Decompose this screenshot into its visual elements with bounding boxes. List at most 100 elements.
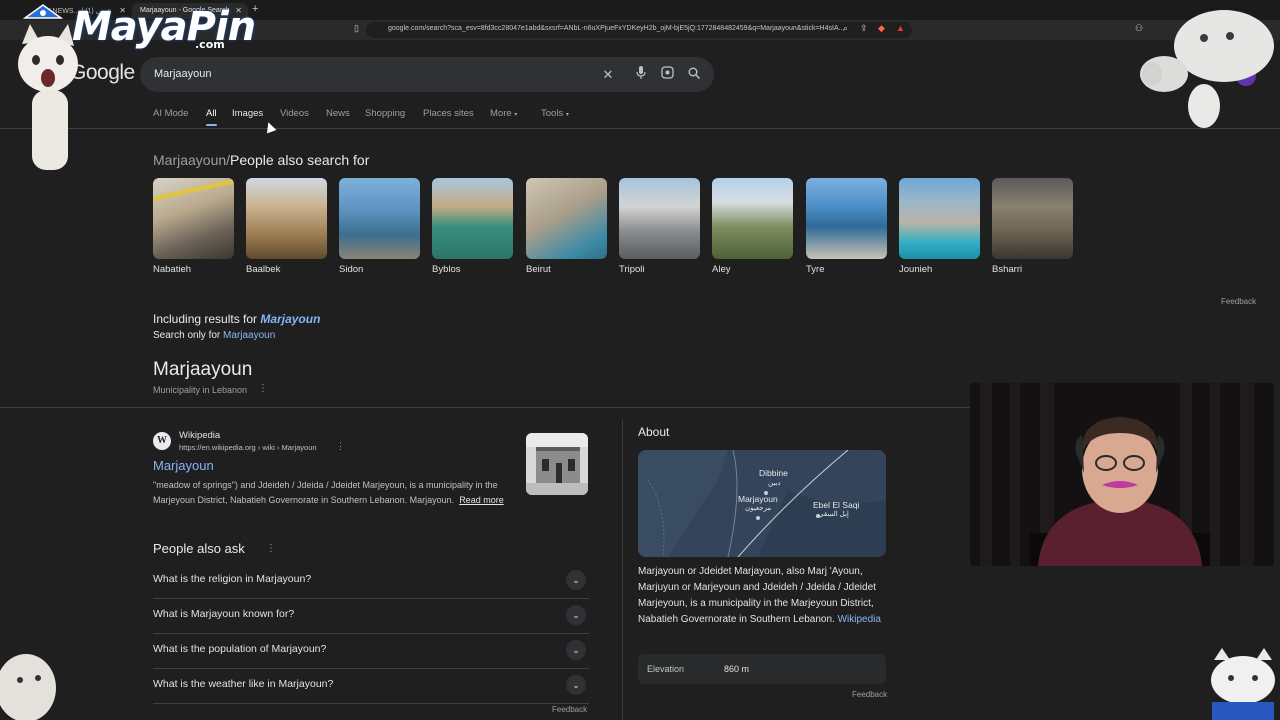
bookmark-icon[interactable]: ▯ (354, 23, 359, 34)
thumb-tripoli[interactable] (619, 178, 700, 259)
entity-subtitle: Municipality in Lebanon (153, 385, 248, 395)
original-query-link[interactable]: Marjaayoun (223, 330, 275, 341)
thumb-jounieh[interactable] (899, 178, 980, 259)
result-thumbnail[interactable] (526, 433, 588, 495)
thumb-nabatieh[interactable] (153, 178, 234, 259)
thumb-tyre[interactable] (806, 178, 887, 259)
pasf-label[interactable]: Nabatieh (153, 264, 191, 275)
kp-heading: About (638, 425, 670, 439)
chevron-down-icon[interactable]: ⌄ (566, 605, 586, 625)
tab-tools[interactable]: Tools ▾ (541, 108, 569, 119)
pasf-label[interactable]: Sidon (339, 264, 363, 275)
logo-emblem (22, 2, 64, 22)
caret-down-icon: ▾ (514, 112, 518, 118)
search-icon[interactable] (685, 66, 703, 84)
kp-feedback-link[interactable]: Feedback (852, 690, 887, 699)
overlay-logo: MayaPin (72, 4, 256, 50)
zoom-icon[interactable]: ⌕ (843, 23, 848, 34)
pasf-feedback-link[interactable]: Feedback (1221, 297, 1256, 306)
cat-sticker (14, 24, 84, 172)
microphone-icon[interactable] (632, 66, 650, 84)
thumb-baalbek[interactable] (246, 178, 327, 259)
kp-map[interactable]: Dibbine دبين Marjayoun مرجعيون Ebel El S… (638, 450, 886, 557)
address-bar[interactable]: google.com/search?sca_esv=8fd3cc28047e1a… (366, 22, 912, 38)
including-label: Including results for (153, 312, 258, 326)
kp-source-link[interactable]: Wikipedia (838, 614, 881, 625)
pasf-label[interactable]: Byblos (432, 264, 461, 275)
pasf-label[interactable]: Aley (712, 264, 730, 275)
result-site-name[interactable]: Wikipedia (179, 430, 220, 441)
pasf-label[interactable]: Tripoli (619, 264, 645, 275)
tab-videos[interactable]: Videos (280, 108, 309, 119)
search-only: Search only for Marjaayoun (153, 330, 275, 341)
paa-question[interactable]: What is the population of Marjayoun? ⌄ (153, 634, 589, 669)
tab-more-label: More (490, 108, 512, 119)
search-box[interactable]: Marjaayoun ✕ (140, 57, 714, 92)
chevron-down-icon[interactable]: ⌄ (566, 570, 586, 590)
search-input[interactable]: Marjaayoun (154, 68, 211, 80)
kp-description: Marjayoun or Jdeidet Marjayoun, also Mar… (638, 564, 888, 628)
paa-more-icon[interactable]: ⋮ (266, 543, 276, 554)
more-options-icon[interactable]: ⋮ (258, 383, 268, 394)
fact-value: 860 m (724, 664, 750, 674)
cat-sticker (1206, 648, 1280, 720)
map-label: دبين (768, 480, 781, 487)
shield-icon[interactable]: ◆ (878, 23, 885, 34)
clear-icon[interactable]: ✕ (599, 66, 617, 84)
tab-all[interactable]: All (206, 108, 217, 126)
result-title-link[interactable]: Marjayoun (153, 458, 214, 473)
tab-more[interactable]: More ▾ (490, 108, 517, 119)
snippet-text: "meadow of springs") and Jdeideh / Jdeid… (153, 480, 498, 505)
result-more-icon[interactable]: ⋮ (336, 441, 345, 452)
paa-feedback-link[interactable]: Feedback (552, 705, 587, 714)
thumb-beirut[interactable] (526, 178, 607, 259)
paa-question-text: What is Marjayoun known for? (153, 608, 295, 620)
tab-shopping[interactable]: Shopping (365, 108, 405, 119)
pasf-label[interactable]: Baalbek (246, 264, 280, 275)
pasf-crumb[interactable]: Marjaayoun (153, 152, 226, 168)
paa-question[interactable]: What is the weather like in Marjayoun? ⌄ (153, 669, 589, 704)
paa-question-text: What is the weather like in Marjayoun? (153, 678, 334, 690)
including-results: Including results for Marjayoun (153, 312, 320, 326)
search-only-label: Search only for (153, 330, 221, 341)
thumb-aley[interactable] (712, 178, 793, 259)
map-label: مرجعيون (745, 505, 772, 512)
chevron-down-icon[interactable]: ⌄ (566, 675, 586, 695)
share-icon[interactable]: ⇪ (860, 23, 868, 34)
pasf-label[interactable]: Bsharri (992, 264, 1022, 275)
pasf-label[interactable]: Jounieh (899, 264, 932, 275)
tab-places-sites[interactable]: Places sites (423, 108, 474, 119)
caret-down-icon: ▾ (565, 112, 569, 118)
thumb-byblos[interactable] (432, 178, 513, 259)
lens-icon[interactable] (658, 66, 676, 84)
paa-heading: People also ask (153, 541, 245, 556)
map-label: Ebel El Saqi (813, 500, 860, 510)
tab-tools-label: Tools (541, 108, 564, 119)
map-label: إبل السقي (818, 511, 849, 518)
paa-question-text: What is the religion in Marjayoun? (153, 573, 312, 585)
map-label: Dibbine (759, 468, 788, 478)
result-url[interactable]: https://en.wikipedia.org › wiki › Marjay… (179, 443, 317, 452)
tab-images[interactable]: Images (232, 108, 263, 119)
chevron-down-icon[interactable]: ⌄ (566, 640, 586, 660)
thumb-sidon[interactable] (339, 178, 420, 259)
divider (0, 128, 1280, 129)
thumb-bsharri[interactable] (992, 178, 1073, 259)
paa-question-text: What is the population of Marjayoun? (153, 643, 327, 655)
wikipedia-favicon: W (153, 432, 171, 450)
corrected-query-link[interactable]: Marjayoun (260, 312, 320, 326)
cat-sticker (0, 644, 56, 720)
tab-ai-mode[interactable]: AI Mode (153, 108, 188, 119)
map-label: Marjayoun (738, 494, 778, 504)
result-snippet: "meadow of springs") and Jdeideh / Jdeid… (153, 478, 515, 507)
read-more-link[interactable]: Read more (459, 495, 504, 505)
tab-news[interactable]: News (326, 108, 350, 119)
divider (622, 420, 623, 720)
paa-question[interactable]: What is Marjayoun known for? ⌄ (153, 599, 589, 634)
pasf-label[interactable]: Beirut (526, 264, 551, 275)
fact-label: Elevation (647, 664, 685, 674)
extension-icon[interactable]: ▲ (896, 23, 905, 33)
paa-question[interactable]: What is the religion in Marjayoun? ⌄ (153, 564, 589, 599)
cat-sticker (1134, 6, 1280, 130)
pasf-label[interactable]: Tyre (806, 264, 824, 275)
